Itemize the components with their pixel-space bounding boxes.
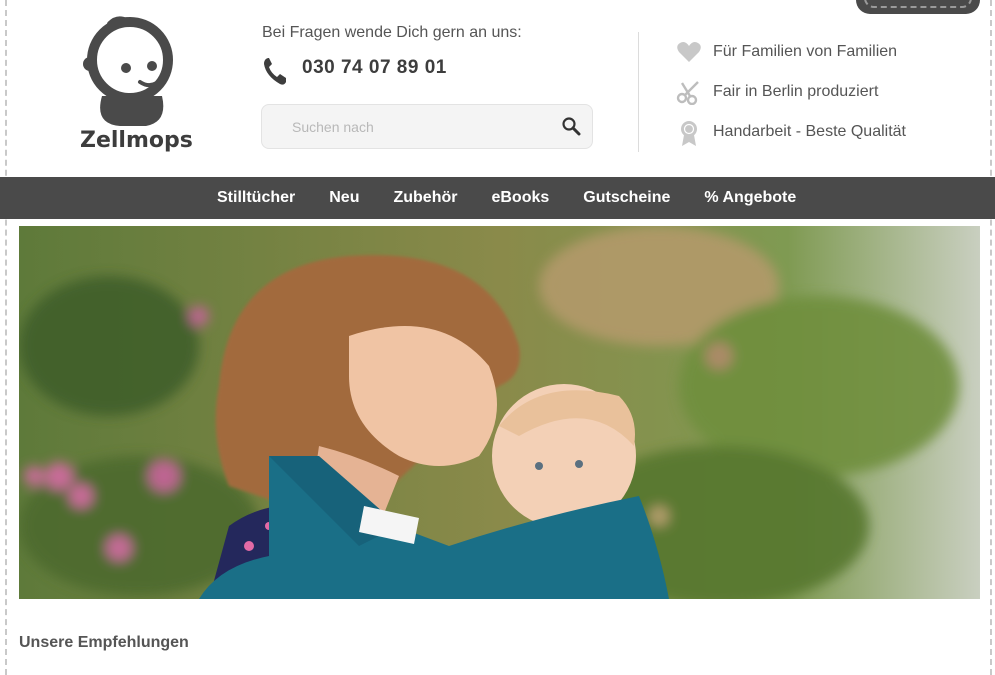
usp-label: Handarbeit - Beste Qualität (713, 123, 906, 140)
usp-label: Fair in Berlin produziert (713, 83, 879, 100)
award-badge-icon (676, 119, 702, 146)
nav-item-gutscheine[interactable]: Gutscheine (566, 177, 687, 219)
nav-item-zubehoer[interactable]: Zubehör (376, 177, 474, 219)
phone-icon (262, 56, 288, 86)
header-divider (638, 32, 639, 152)
nav-item-stilltuecher[interactable]: Stilltücher (200, 177, 312, 219)
search-icon[interactable] (560, 115, 584, 139)
top-tab[interactable] (856, 0, 980, 14)
page-border-left (5, 0, 7, 675)
scissors-icon (676, 79, 702, 106)
logo-text: Zellmops (80, 128, 193, 153)
nav-item-neu[interactable]: Neu (312, 177, 376, 219)
usp-quality: Handarbeit - Beste Qualität (676, 119, 906, 146)
heart-icon (676, 39, 702, 65)
hero-image[interactable] (19, 226, 980, 599)
usp-berlin: Fair in Berlin produziert (676, 79, 879, 106)
usp-label: Für Familien von Familien (713, 43, 898, 60)
nav-item-angebote[interactable]: % Angebote (687, 177, 813, 219)
phone-number[interactable]: 030 74 07 89 01 (302, 57, 447, 79)
main-nav: Stilltücher Neu Zubehör eBooks Gutschein… (0, 177, 995, 219)
logo[interactable]: Zellmops (80, 14, 193, 164)
page-border-right (990, 0, 992, 675)
hero-photo (19, 226, 980, 599)
nav-item-ebooks[interactable]: eBooks (474, 177, 566, 219)
search-input[interactable] (274, 105, 580, 148)
usp-families: Für Familien von Familien (676, 39, 897, 65)
section-title-recommendations: Unsere Empfehlungen (19, 634, 189, 651)
logo-baby-icon (83, 16, 173, 126)
contact-question: Bei Fragen wende Dich gern an uns: (262, 24, 522, 41)
search-box (261, 104, 593, 149)
